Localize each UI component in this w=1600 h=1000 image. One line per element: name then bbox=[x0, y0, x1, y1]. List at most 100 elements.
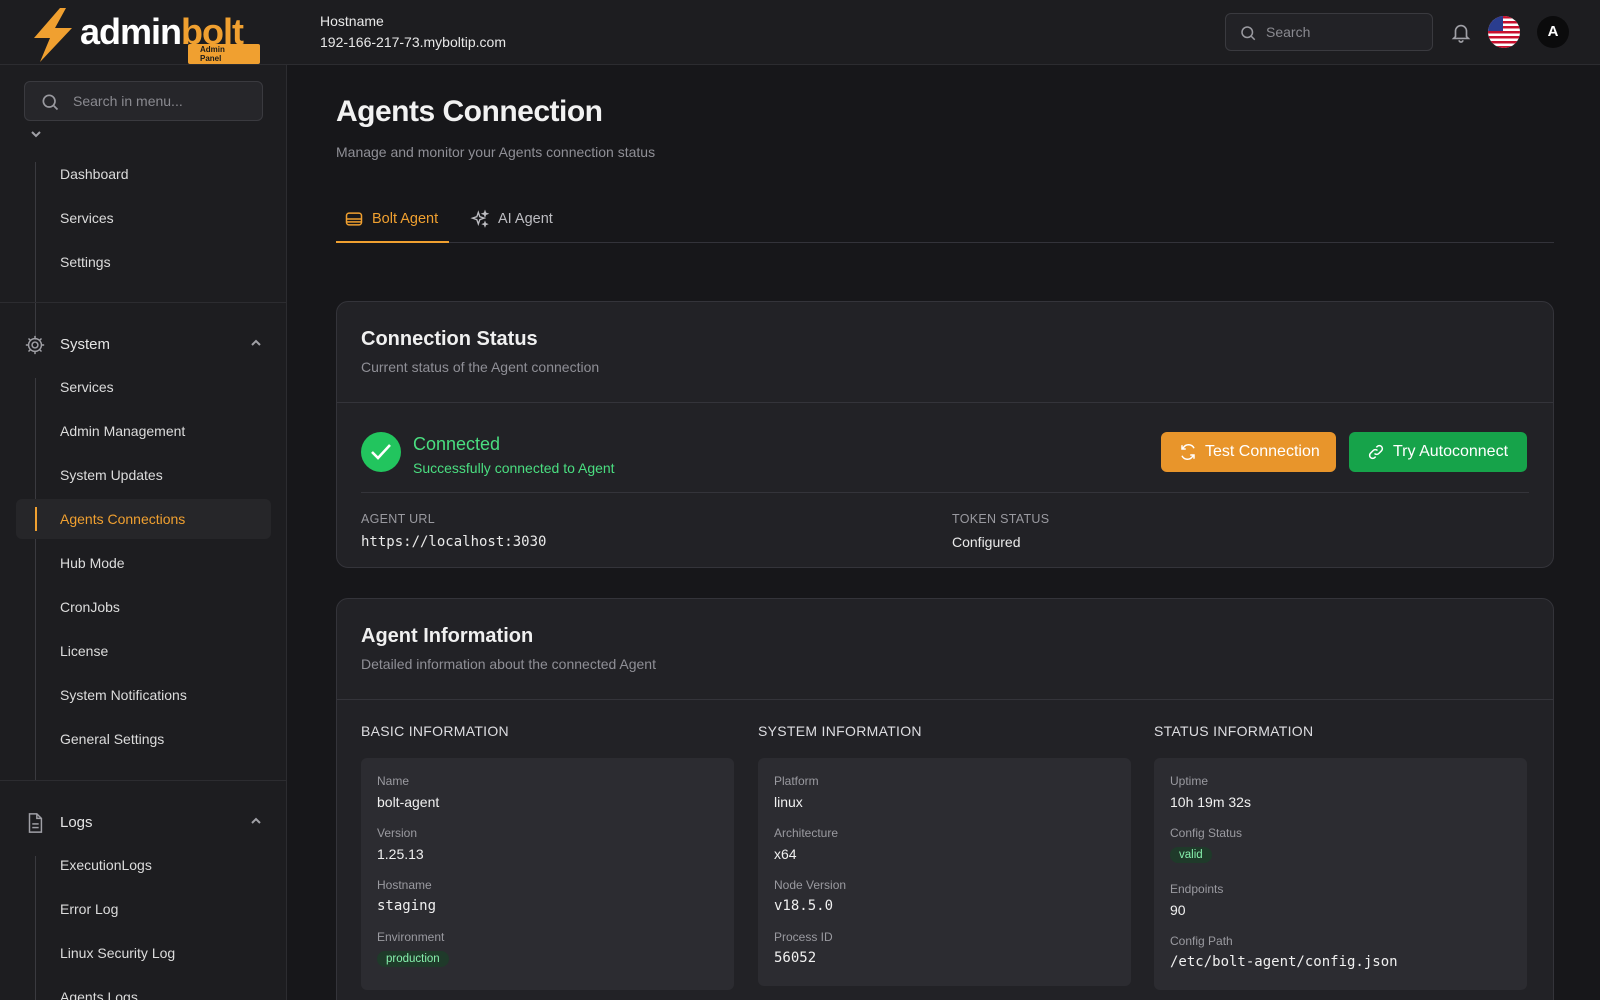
card-divider bbox=[337, 699, 1553, 700]
connection-status-title: Connected bbox=[413, 434, 501, 454]
sidebar-item-services[interactable]: Services bbox=[16, 198, 271, 238]
brand-logo[interactable]: adminbolt Admin Panel bbox=[30, 6, 260, 64]
field-label: Config Path bbox=[1170, 934, 1233, 948]
page-subtitle: Manage and monitor your Agents connectio… bbox=[336, 144, 656, 160]
brand-badge: Admin Panel bbox=[188, 44, 260, 64]
basic-info-heading: BASIC INFORMATION bbox=[361, 723, 509, 739]
process-id-value: 56052 bbox=[774, 950, 817, 966]
uptime-value: 10h 19m 32s bbox=[1170, 794, 1251, 810]
endpoints-value: 90 bbox=[1170, 902, 1186, 918]
field-label: Hostname bbox=[377, 878, 432, 892]
sidebar-item-system-notifications[interactable]: System Notifications bbox=[16, 675, 271, 715]
server-icon bbox=[345, 212, 363, 226]
sidebar-section-logs[interactable]: Logs bbox=[24, 811, 264, 835]
field-label: Platform bbox=[774, 774, 819, 788]
sidebar: Dashboard Services Settings System Servi… bbox=[0, 65, 287, 1000]
card-title: Agent Information bbox=[361, 625, 534, 647]
sidebar-item-agents-logs[interactable]: Agents Logs bbox=[16, 977, 271, 1000]
field-label: Config Status bbox=[1170, 826, 1243, 840]
config-path-value: /etc/bolt-agent/config.json bbox=[1170, 954, 1398, 970]
config-status-badge: valid bbox=[1170, 847, 1212, 863]
tab-ai-agent[interactable]: AI Agent bbox=[462, 197, 562, 243]
chevron-down-icon[interactable] bbox=[30, 131, 42, 139]
agent-tabs: Bolt Agent AI Agent bbox=[336, 197, 1554, 243]
top-search-box[interactable] bbox=[1225, 13, 1433, 51]
sidebar-item-system-services[interactable]: Services bbox=[16, 367, 271, 407]
document-icon bbox=[28, 813, 43, 833]
tab-bolt-agent[interactable]: Bolt Agent bbox=[336, 197, 449, 243]
sidebar-search-input[interactable] bbox=[73, 82, 253, 120]
top-bar: adminbolt Admin Panel Hostname 192-166-2… bbox=[0, 0, 1600, 65]
user-avatar[interactable]: A bbox=[1537, 16, 1569, 48]
notifications-bell-icon[interactable] bbox=[1450, 20, 1472, 44]
agent-url-label: AGENT URL bbox=[361, 512, 436, 526]
sidebar-section-system[interactable]: System bbox=[24, 333, 264, 357]
sidebar-item-dashboard[interactable]: Dashboard bbox=[16, 154, 271, 194]
agent-information-card: Agent Information Detailed information a… bbox=[336, 598, 1554, 1000]
node-version-value: v18.5.0 bbox=[774, 898, 834, 914]
button-label: Test Connection bbox=[1205, 443, 1320, 460]
status-info-box: Uptime 10h 19m 32s Config Status valid E… bbox=[1154, 758, 1527, 990]
main-content: Agents Connection Manage and monitor you… bbox=[288, 65, 1600, 1000]
chevron-up-icon bbox=[251, 339, 261, 346]
link-icon bbox=[1368, 444, 1384, 460]
field-label: Node Version bbox=[774, 878, 847, 892]
chevron-up-icon bbox=[251, 817, 261, 824]
sidebar-divider bbox=[0, 302, 286, 303]
sidebar-item-system-updates[interactable]: System Updates bbox=[16, 455, 271, 495]
status-info-heading: STATUS INFORMATION bbox=[1154, 723, 1314, 739]
us-flag-icon[interactable] bbox=[1488, 16, 1520, 48]
connection-status-card: Connection Status Current status of the … bbox=[336, 301, 1554, 568]
try-autoconnect-button[interactable]: Try Autoconnect bbox=[1349, 432, 1527, 472]
field-label: Name bbox=[377, 774, 410, 788]
hostname-value: 192-166-217-73.myboltip.com bbox=[320, 34, 506, 50]
sidebar-section-label: Logs bbox=[60, 814, 93, 831]
search-icon bbox=[1241, 26, 1256, 41]
lightning-bolt-icon bbox=[34, 8, 72, 62]
field-label: Process ID bbox=[774, 930, 833, 944]
card-title: Connection Status bbox=[361, 328, 538, 350]
agent-version-value: 1.25.13 bbox=[377, 846, 424, 862]
sidebar-item-hub-mode[interactable]: Hub Mode bbox=[16, 543, 271, 583]
agent-hostname-value: staging bbox=[377, 898, 437, 914]
sidebar-section-label: System bbox=[60, 336, 111, 353]
connection-status-desc: Successfully connected to Agent bbox=[413, 460, 615, 476]
sidebar-item-execution-logs[interactable]: ExecutionLogs bbox=[16, 845, 271, 885]
page-title: Agents Connection bbox=[336, 95, 603, 128]
sidebar-item-settings[interactable]: Settings bbox=[16, 242, 271, 282]
field-label: Endpoints bbox=[1170, 882, 1224, 896]
brand-name-part1: admin bbox=[80, 11, 182, 52]
refresh-icon bbox=[1181, 444, 1195, 460]
field-label: Environment bbox=[377, 930, 445, 944]
tab-label: AI Agent bbox=[498, 211, 553, 227]
card-divider bbox=[337, 402, 1553, 403]
card-subtitle: Detailed information about the connected… bbox=[361, 656, 656, 672]
top-search-input[interactable] bbox=[1266, 14, 1426, 50]
field-label: Architecture bbox=[774, 826, 839, 840]
field-label: Version bbox=[377, 826, 418, 840]
sidebar-item-agents-connections[interactable]: Agents Connections bbox=[16, 499, 271, 539]
sidebar-item-license[interactable]: License bbox=[16, 631, 271, 671]
token-status-value: Configured bbox=[952, 534, 1021, 550]
button-label: Try Autoconnect bbox=[1393, 443, 1509, 460]
sparkles-icon bbox=[470, 209, 490, 228]
platform-value: linux bbox=[774, 794, 803, 810]
environment-badge: production bbox=[377, 951, 449, 967]
sidebar-item-error-log[interactable]: Error Log bbox=[16, 889, 271, 929]
sidebar-item-linux-security-log[interactable]: Linux Security Log bbox=[16, 933, 271, 973]
agent-url-value: https://localhost:3030 bbox=[361, 534, 547, 550]
field-label: Uptime bbox=[1170, 774, 1209, 788]
sidebar-item-admin-management[interactable]: Admin Management bbox=[16, 411, 271, 451]
card-subtitle: Current status of the Agent connection bbox=[361, 359, 600, 375]
tab-label: Bolt Agent bbox=[372, 211, 439, 227]
agent-name-value: bolt-agent bbox=[377, 794, 440, 810]
sidebar-item-general-settings[interactable]: General Settings bbox=[16, 719, 271, 759]
sidebar-item-cronjobs[interactable]: CronJobs bbox=[16, 587, 271, 627]
sidebar-search-box[interactable] bbox=[24, 81, 263, 121]
test-connection-button[interactable]: Test Connection bbox=[1161, 432, 1336, 472]
basic-info-box: Name bolt-agent Version 1.25.13 Hostname… bbox=[361, 758, 734, 990]
gear-icon bbox=[25, 335, 45, 355]
check-icon bbox=[371, 444, 391, 460]
sidebar-divider bbox=[0, 780, 286, 781]
search-icon bbox=[42, 94, 59, 111]
